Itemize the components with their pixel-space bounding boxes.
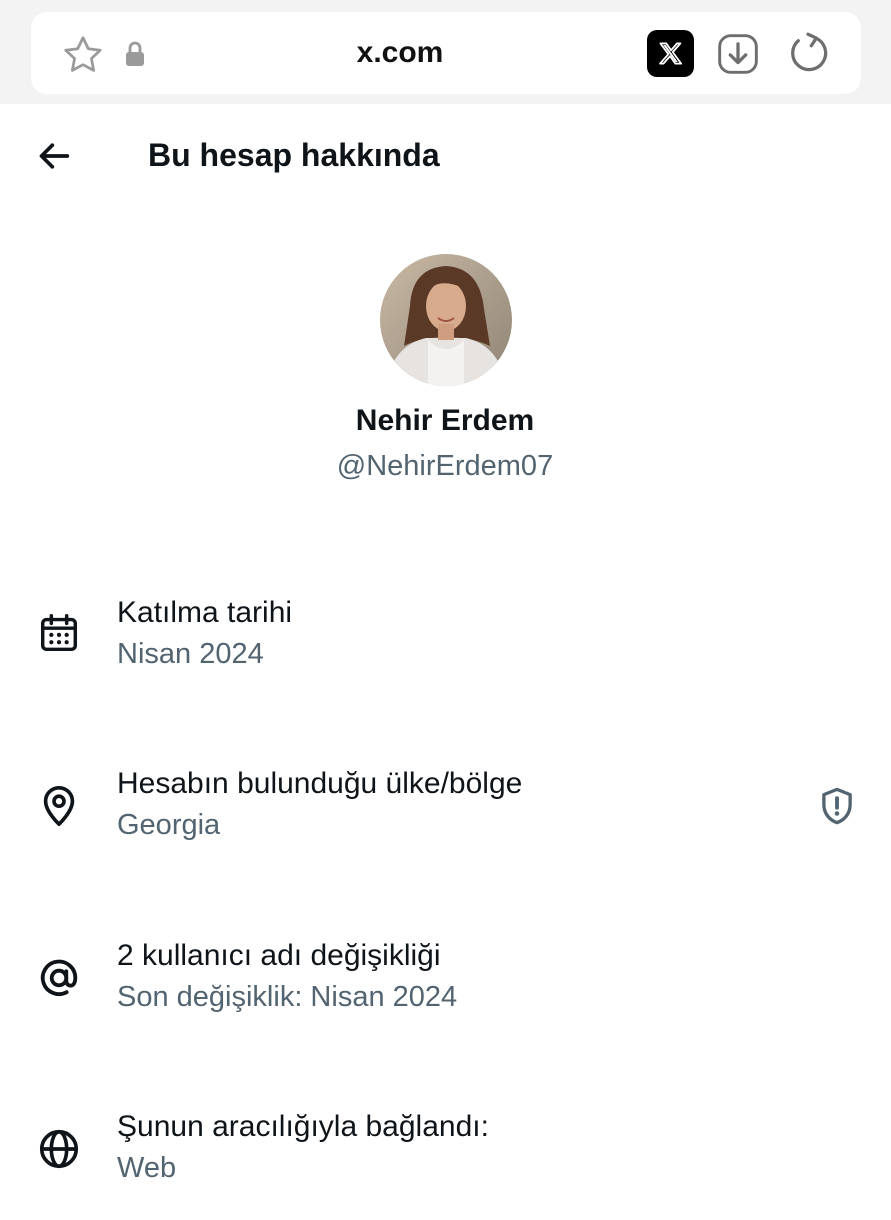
shield-alert-icon[interactable] (816, 785, 858, 827)
row-subtitle: Nisan 2024 (117, 638, 264, 670)
download-icon[interactable] (716, 32, 760, 76)
info-row-username-changes: 2 kullanıcı adı değişikliği Son değişikl… (0, 939, 891, 1049)
profile-handle: @NehirErdem07 (336, 450, 554, 482)
page-title: Bu hesap hakkında (148, 137, 440, 173)
profile-name: Nehir Erdem (355, 404, 535, 437)
at-sign-icon (40, 959, 78, 996)
calendar-icon (40, 614, 78, 652)
x-logo-icon (659, 42, 683, 65)
row-subtitle: Georgia (117, 809, 221, 841)
globe-icon (39, 1129, 79, 1169)
reload-icon[interactable] (786, 30, 832, 76)
row-subtitle: Web (117, 1152, 177, 1184)
lock-icon (126, 41, 144, 66)
row-subtitle: Son değişiklik: Nisan 2024 (117, 981, 458, 1013)
row-title: Hesabın bulunduğu ülke/bölge (117, 767, 523, 800)
avatar[interactable] (380, 254, 512, 386)
url-text[interactable]: x.com (300, 36, 500, 70)
row-title: Şunun aracılığıyla bağlandı: (117, 1110, 489, 1143)
info-row-join-date: Katılma tarihi Nisan 2024 (0, 596, 891, 706)
row-title: 2 kullanıcı adı değişikliği (117, 939, 441, 972)
x-app-button[interactable] (647, 30, 694, 77)
arrow-left-icon[interactable] (34, 136, 74, 176)
info-row-connected-via: Şunun aracılığıyla bağlandı: Web (0, 1110, 891, 1220)
row-title: Katılma tarihi (117, 596, 293, 629)
location-pin-icon (43, 785, 75, 827)
star-icon[interactable] (61, 33, 105, 77)
info-row-country: Hesabın bulunduğu ülke/bölge Georgia (0, 767, 891, 877)
